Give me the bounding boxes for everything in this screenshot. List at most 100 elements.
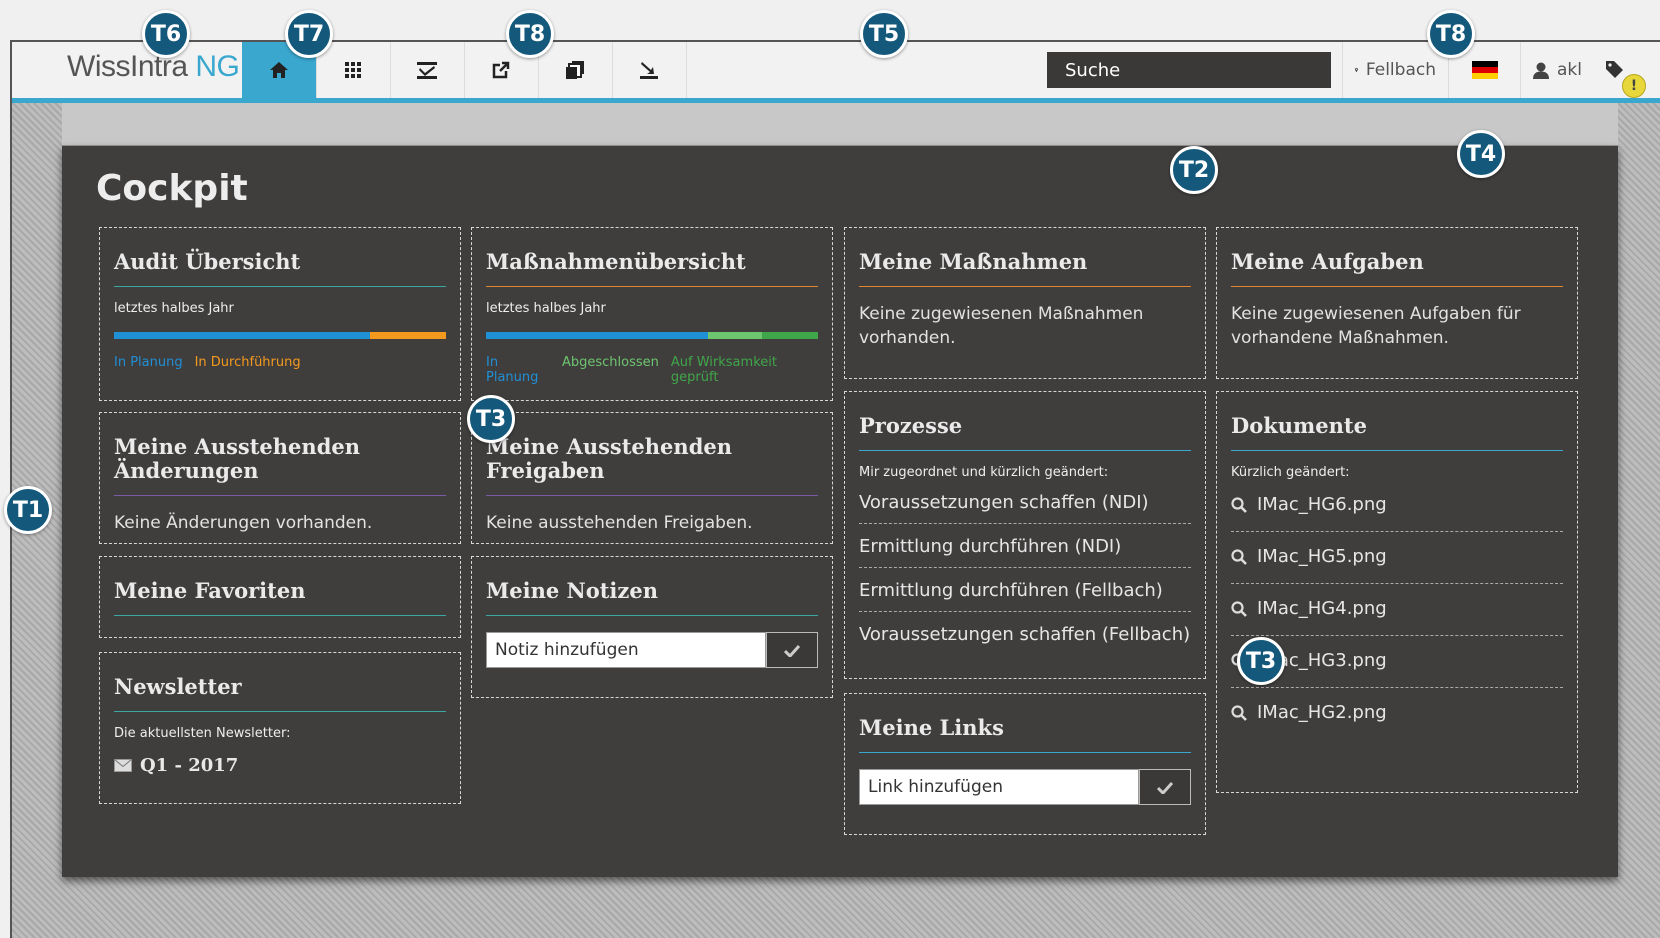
bar-segment-in-durchfuehrung[interactable] — [369, 332, 446, 340]
process-list: Voraussetzungen schaffen (NDI) Ermittlun… — [859, 480, 1191, 655]
chart-legend: In Planung In Durchführung — [114, 355, 446, 370]
card-title: Newsletter — [114, 674, 446, 713]
process-link[interactable]: Ermittlung durchführen (Fellbach) — [859, 568, 1191, 613]
legend-item[interactable]: In Planung — [486, 355, 550, 385]
tasks-button[interactable] — [390, 42, 465, 98]
favorites-card: Meine Favoriten — [99, 556, 461, 638]
home-icon — [270, 62, 288, 78]
card-title: Meine Maßnahmen — [859, 249, 1191, 288]
document-item[interactable]: IMac_HG2.png — [1231, 688, 1563, 739]
callout-label: T5 — [868, 21, 900, 47]
search-icon — [1231, 601, 1247, 617]
callout-label: T3 — [1245, 648, 1277, 674]
measures-status-bar[interactable] — [486, 332, 818, 340]
apps-button[interactable] — [316, 42, 391, 98]
card-subtitle: Kürzlich geändert: — [1231, 465, 1350, 481]
document-name[interactable]: IMac_HG6.png — [1257, 494, 1387, 515]
chart-legend: In Planung Abgeschlossen Auf Wirksamkeit… — [486, 355, 818, 385]
document-item[interactable]: IMac_HG5.png — [1231, 532, 1563, 585]
card-subtitle: Die aktuellsten Newsletter: — [114, 726, 291, 742]
top-navigation-bar: WissIntra NG Fellbach — [12, 42, 1660, 103]
bar-segment-abgeschlossen[interactable] — [708, 332, 762, 340]
callout-marker[interactable]: T2 — [1170, 146, 1218, 194]
search-input[interactable] — [1047, 52, 1331, 88]
legend-item[interactable]: In Durchführung — [195, 355, 301, 370]
callout-marker[interactable]: T8 — [506, 10, 554, 58]
callout-label: T3 — [475, 406, 507, 432]
link-input[interactable] — [859, 769, 1139, 806]
callout-label: T2 — [1178, 157, 1210, 183]
search-icon — [1231, 549, 1247, 565]
warning-badge-icon: ! — [1622, 74, 1646, 98]
add-note-button[interactable] — [766, 632, 818, 669]
notifications-button[interactable]: ! — [1594, 42, 1660, 98]
callout-marker[interactable]: T3 — [1237, 637, 1285, 685]
add-link-row — [859, 769, 1191, 806]
processes-card: Prozesse Mir zugeordnet und kürzlich geä… — [844, 391, 1206, 679]
card-empty-text: Keine Änderungen vorhanden. — [114, 513, 373, 534]
legend-item[interactable]: Abgeschlossen — [562, 355, 659, 385]
newsletter-link[interactable]: Q1 - 2017 — [140, 755, 238, 776]
document-name[interactable]: IMac_HG5.png — [1257, 546, 1387, 567]
callout-marker[interactable]: T5 — [860, 10, 908, 58]
newsletter-item[interactable]: Q1 - 2017 — [114, 755, 446, 776]
card-title: Meine Aufgaben — [1231, 249, 1563, 288]
breadcrumb-strip — [62, 103, 1618, 146]
bar-segment-wirksamkeit[interactable] — [761, 332, 818, 340]
bar-segment-in-planung[interactable] — [114, 332, 370, 340]
card-empty-text: Keine zugewiesenen Aufgaben für vorhande… — [1231, 304, 1521, 348]
envelope-icon — [114, 759, 132, 773]
legend-item[interactable]: In Planung — [114, 355, 183, 370]
card-subtitle: letztes halbes Jahr — [486, 301, 606, 317]
callout-marker[interactable]: T7 — [285, 10, 333, 58]
newsletter-card: Newsletter Die aktuellsten Newsletter: Q… — [99, 652, 461, 804]
documents-card: Dokumente Kürzlich geändert: IMac_HG6.pn… — [1216, 391, 1578, 793]
card-subtitle: Mir zugeordnet und kürzlich geändert: — [859, 465, 1109, 481]
document-name[interactable]: IMac_HG4.png — [1257, 598, 1387, 619]
card-empty-text: Keine ausstehenden Freigaben. — [486, 513, 753, 534]
download-button[interactable] — [612, 42, 687, 98]
card-title: Meine Notizen — [486, 578, 818, 617]
card-title: Meine Ausstehenden Änderungen — [114, 434, 446, 497]
audit-status-bar[interactable] — [114, 332, 446, 340]
user-menu[interactable]: akl — [1520, 42, 1594, 98]
card-empty-text: Keine zugewiesenen Maßnahmen vorhanden. — [859, 304, 1144, 348]
tag-icon — [1606, 61, 1623, 78]
document-item[interactable]: IMac_HG6.png — [1231, 480, 1563, 533]
download-icon — [640, 62, 658, 79]
user-icon — [1533, 62, 1549, 79]
callout-marker[interactable]: T8 — [1427, 10, 1475, 58]
user-label: akl — [1557, 60, 1582, 80]
callout-marker[interactable]: T6 — [142, 10, 190, 58]
app-logo[interactable]: WissIntra NG — [67, 50, 240, 84]
callout-label: T1 — [12, 497, 44, 523]
bar-segment-in-planung[interactable] — [486, 332, 709, 340]
legend-item[interactable]: Auf Wirksamkeit geprüft — [671, 355, 818, 385]
callout-label: T7 — [293, 21, 325, 47]
measures-overview-card: Maßnahmenübersicht letztes halbes Jahr I… — [471, 227, 833, 401]
documents-icon — [566, 61, 584, 79]
callout-marker[interactable]: T4 — [1457, 130, 1505, 178]
document-name[interactable]: IMac_HG2.png — [1257, 702, 1387, 723]
grid-icon — [345, 62, 361, 78]
note-input[interactable] — [486, 632, 766, 669]
my-measures-card: Meine Maßnahmen Keine zugewiesenen Maßna… — [844, 227, 1206, 379]
documents-button[interactable] — [538, 42, 613, 98]
audit-overview-card: Audit Übersicht letztes halbes Jahr In P… — [99, 227, 461, 401]
callout-marker[interactable]: T3 — [467, 395, 515, 443]
pending-approvals-card: Meine Ausstehenden Freigaben Keine ausst… — [471, 412, 833, 544]
card-subtitle: letztes halbes Jahr — [114, 301, 234, 317]
process-link[interactable]: Ermittlung durchführen (NDI) — [859, 524, 1191, 569]
callout-marker[interactable]: T1 — [4, 486, 52, 534]
my-tasks-card: Meine Aufgaben Keine zugewiesenen Aufgab… — [1216, 227, 1578, 379]
links-card: Meine Links — [844, 693, 1206, 835]
german-flag-icon — [1471, 61, 1498, 79]
process-link[interactable]: Voraussetzungen schaffen (Fellbach) — [859, 612, 1191, 655]
checkmark-icon — [784, 644, 800, 657]
add-link-button[interactable] — [1139, 769, 1191, 806]
location-selector[interactable]: Fellbach — [1342, 42, 1448, 98]
document-list: IMac_HG6.png IMac_HG5.png IMac_HG4.png I… — [1231, 480, 1563, 739]
card-title: Meine Ausstehenden Freigaben — [486, 434, 818, 497]
process-link[interactable]: Voraussetzungen schaffen (NDI) — [859, 480, 1191, 525]
document-item[interactable]: IMac_HG4.png — [1231, 584, 1563, 637]
